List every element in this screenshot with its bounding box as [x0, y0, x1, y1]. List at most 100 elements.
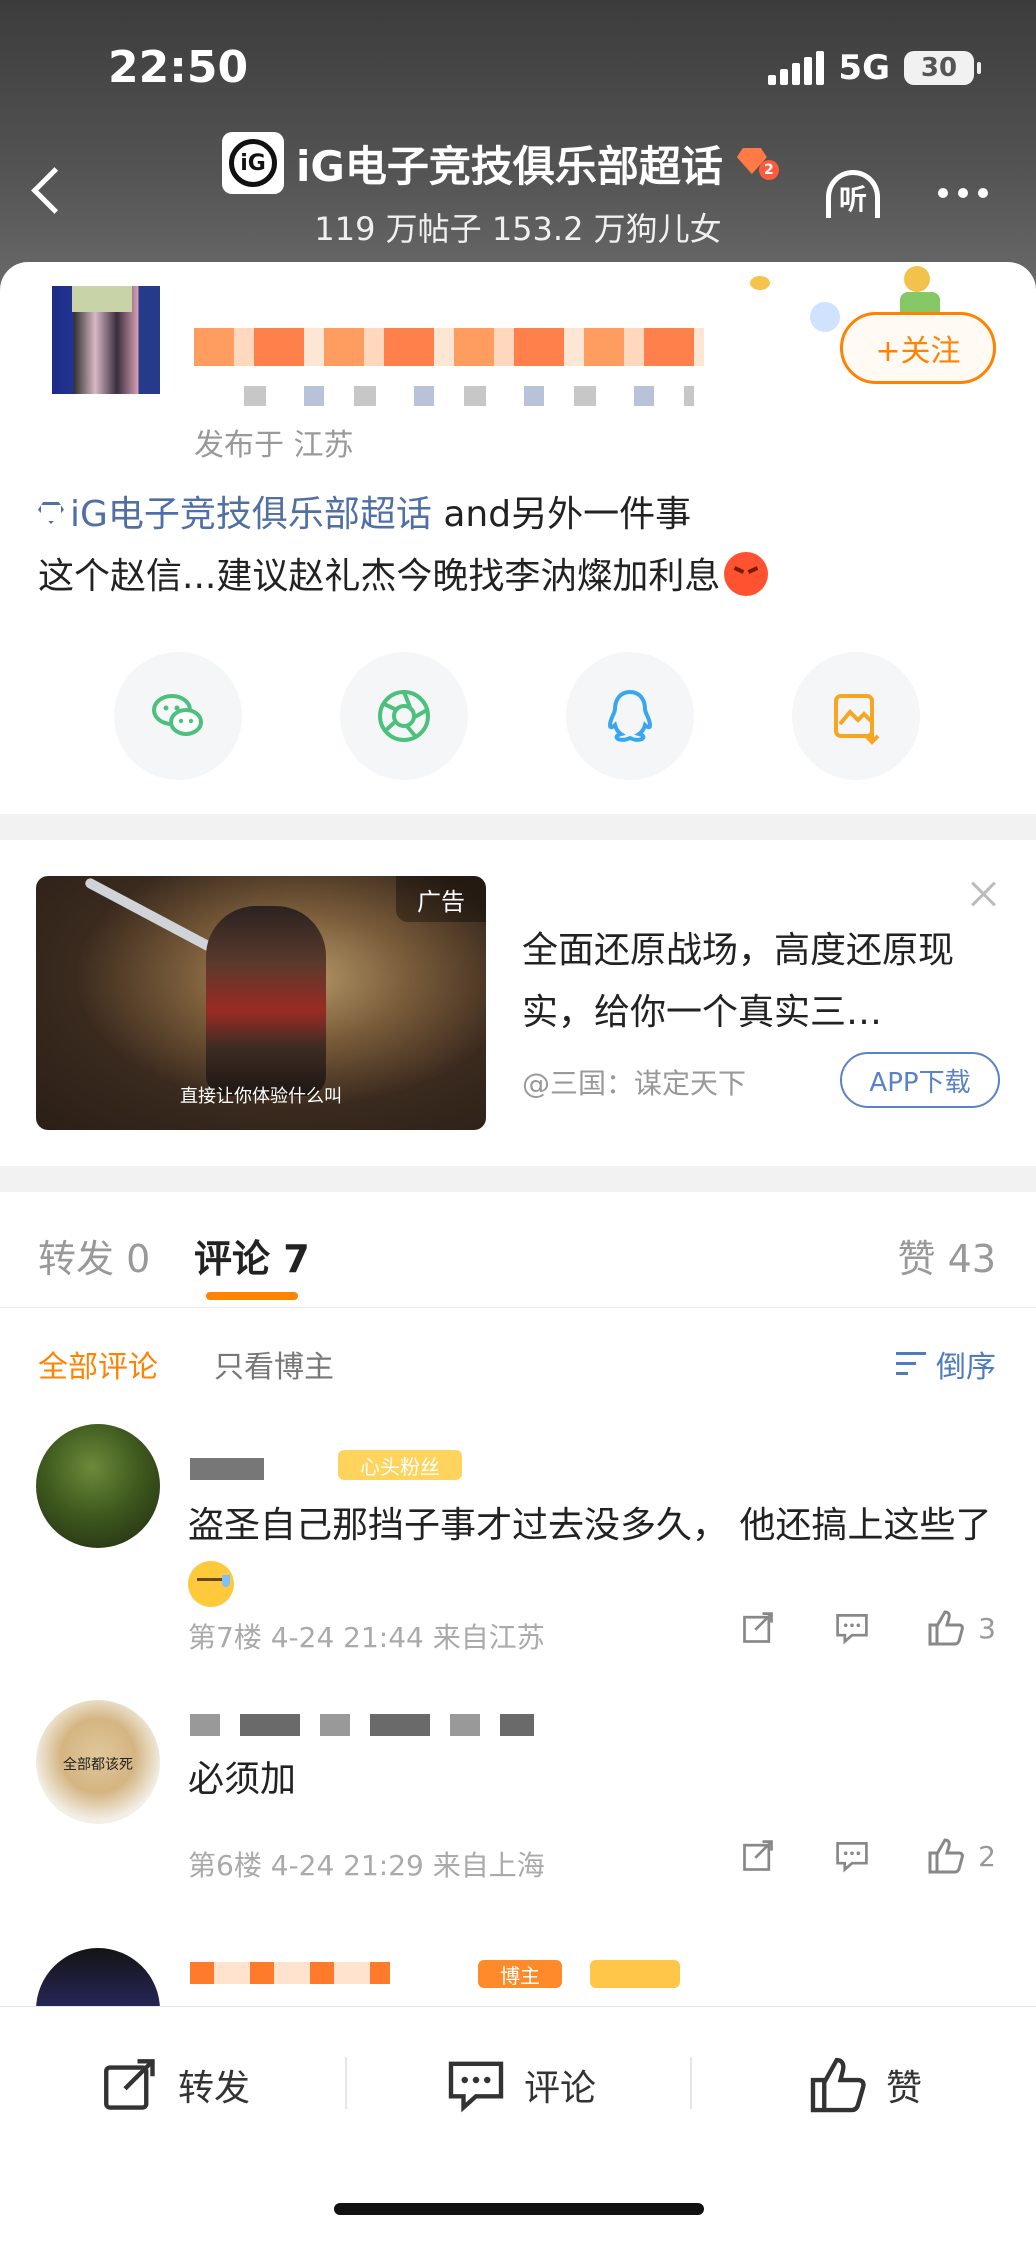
tab-comments-label: 评论	[194, 1237, 271, 1281]
page-title: iG电子竞技俱乐部超话	[296, 141, 723, 191]
more-options-button[interactable]	[938, 188, 988, 198]
comment-like-count: 3	[978, 1611, 996, 1645]
topic-link[interactable]: iG电子竞技俱乐部超话	[38, 494, 432, 535]
share-wechat-button[interactable]	[114, 652, 242, 780]
comment-text: 必须加	[188, 1759, 297, 1800]
ad-source[interactable]: @三国：谋定天下	[522, 1062, 746, 1102]
like-label: 赞	[886, 2068, 923, 2109]
save-image-button[interactable]	[792, 652, 920, 780]
author-name-redacted[interactable]	[194, 328, 704, 366]
follow-button[interactable]: +关注	[840, 312, 996, 384]
ad-card[interactable]: 直接让你体验什么叫 广告 全面还原战场，高度还原现实，给你一个真实三… @三国：…	[0, 840, 1036, 1166]
comment-item: 心头粉丝 盗圣自己那挡子事才过去没多久， 他还搞上这些了 第7楼 4-24 21…	[0, 1424, 1036, 1660]
repost-label: 转发	[178, 2068, 251, 2109]
tab-comments-count: 7	[283, 1237, 310, 1281]
share-moments-button[interactable]	[340, 652, 468, 780]
comment-like-button[interactable]: 2	[926, 1836, 996, 1876]
status-indicators: 5G 30	[768, 48, 981, 88]
comment-label: 评论	[524, 2068, 597, 2109]
author-avatar[interactable]	[52, 286, 160, 394]
comment-reply-button[interactable]	[832, 1836, 872, 1876]
repost-icon	[104, 2059, 155, 2110]
wechat-icon	[152, 694, 203, 736]
post-location: 发布于 江苏	[194, 428, 354, 463]
topic-header: 22:50 5G 30 iG iG电子竞技俱乐部超话 2 119 万帖子 153…	[0, 0, 1036, 290]
sort-button[interactable]: 倒序	[896, 1342, 996, 1386]
tab-likes-count: 43	[947, 1237, 996, 1281]
super-topic-icon	[38, 502, 64, 524]
filter-all-comments[interactable]: 全部评论	[38, 1342, 158, 1386]
sort-icon	[896, 1350, 928, 1378]
avatar-caption: 全部都该死	[63, 1757, 133, 1773]
share-icon	[743, 1840, 774, 1871]
comment-button[interactable]: 评论	[446, 2055, 596, 2115]
topic-link-label: iG电子竞技俱乐部超话	[70, 494, 432, 535]
comment-share-button[interactable]	[738, 1836, 778, 1876]
post-text-line1: and另外一件事	[431, 494, 692, 535]
comment-item: 全部都该死 必须加 第6楼 4-24 21:29 来自上海 2	[0, 1700, 1036, 1900]
listen-label: 听	[838, 183, 867, 216]
share-qq-button[interactable]	[566, 652, 694, 780]
network-type: 5G	[838, 48, 890, 88]
commenter-name-redacted[interactable]	[190, 1962, 390, 1984]
tab-likes[interactable]: 赞 43	[898, 1228, 996, 1283]
like-button[interactable]: 赞	[808, 2055, 922, 2115]
share-row	[0, 652, 1036, 782]
moments-icon	[378, 690, 430, 742]
tab-repost[interactable]: 转发 0	[38, 1228, 150, 1283]
author-badge: 博主	[478, 1960, 562, 1988]
reply-icon	[836, 1842, 868, 1873]
comment-reply-button[interactable]	[832, 1608, 872, 1648]
comment-text: 盗圣自己那挡子事才过去没多久， 他还搞上这些了	[188, 1496, 1008, 1616]
comment-like-count: 2	[978, 1839, 996, 1873]
ad-badge: 广告	[396, 876, 486, 922]
topic-title-row[interactable]: iG iG电子竞技俱乐部超话 2	[222, 132, 779, 194]
battery-icon: 30	[904, 51, 981, 85]
fan-badge: 心头粉丝	[338, 1450, 462, 1480]
comment-like-button[interactable]: 3	[926, 1608, 996, 1648]
reply-icon	[836, 1614, 868, 1645]
commenter-avatar[interactable]	[36, 1424, 160, 1548]
comment-item: 博主	[0, 1948, 1036, 2072]
close-icon[interactable]	[968, 878, 1000, 910]
qq-icon	[607, 689, 653, 742]
tab-likes-label: 赞	[897, 1237, 936, 1281]
comment-icon	[448, 2061, 504, 2113]
comment-actions: 3	[738, 1608, 996, 1648]
thumbs-up-icon	[928, 1838, 965, 1874]
commenter-avatar[interactable]: 全部都该死	[36, 1700, 160, 1824]
commenter-name-redacted[interactable]	[190, 1458, 264, 1480]
filter-author-only[interactable]: 只看博主	[214, 1342, 334, 1386]
badge-redacted	[590, 1960, 680, 1988]
ad-image[interactable]: 直接让你体验什么叫 广告	[36, 876, 486, 1130]
tab-repost-label: 转发	[38, 1237, 115, 1281]
tab-comments[interactable]: 评论 7	[194, 1228, 310, 1283]
tab-repost-count: 0	[126, 1237, 151, 1281]
comment-share-button[interactable]	[738, 1608, 778, 1648]
comment-meta: 第6楼 4-24 21:29 来自上海	[188, 1849, 545, 1882]
ad-headline[interactable]: 全面还原战场，高度还原现实，给你一个真实三…	[522, 920, 982, 1044]
active-tab-indicator	[206, 1292, 298, 1300]
club-logo: iG	[222, 132, 284, 194]
level-number: 2	[758, 160, 779, 180]
sort-label: 倒序	[936, 1350, 996, 1385]
interaction-tabs: 转发 0 评论 7 赞 43	[0, 1192, 1036, 1308]
post-body: iG电子竞技俱乐部超话 and另外一件事 这个赵信...建议赵礼杰今晚找李汭燦加…	[38, 484, 998, 608]
post-meta-redacted	[244, 386, 694, 406]
repost-button[interactable]: 转发	[100, 2055, 250, 2115]
app-download-button[interactable]: APP下载	[840, 1052, 1000, 1108]
comment-text-body: 盗圣自己那挡子事才过去没多久， 他还搞上这些了	[188, 1505, 992, 1546]
post-card: 发布于 江苏 +关注 iG电子竞技俱乐部超话 and另外一件事 这个赵信...建…	[0, 262, 1036, 814]
bottom-action-bar: 转发 评论 赞	[0, 2006, 1036, 2241]
thumbs-up-icon	[810, 2057, 866, 2113]
post-text-line2: 这个赵信...建议赵礼杰今晚找李汭燦加利息	[38, 556, 721, 597]
listen-button[interactable]: 听	[820, 164, 886, 224]
status-time: 22:50	[108, 42, 249, 93]
comment-actions: 2	[738, 1836, 996, 1876]
ad-image-caption: 直接让你体验什么叫	[180, 1086, 342, 1107]
commenter-name-redacted[interactable]	[190, 1714, 534, 1736]
battery-level: 30	[920, 53, 958, 83]
save-image-icon	[834, 694, 880, 745]
home-indicator[interactable]	[334, 2203, 704, 2215]
angry-emoji-icon	[724, 552, 769, 596]
